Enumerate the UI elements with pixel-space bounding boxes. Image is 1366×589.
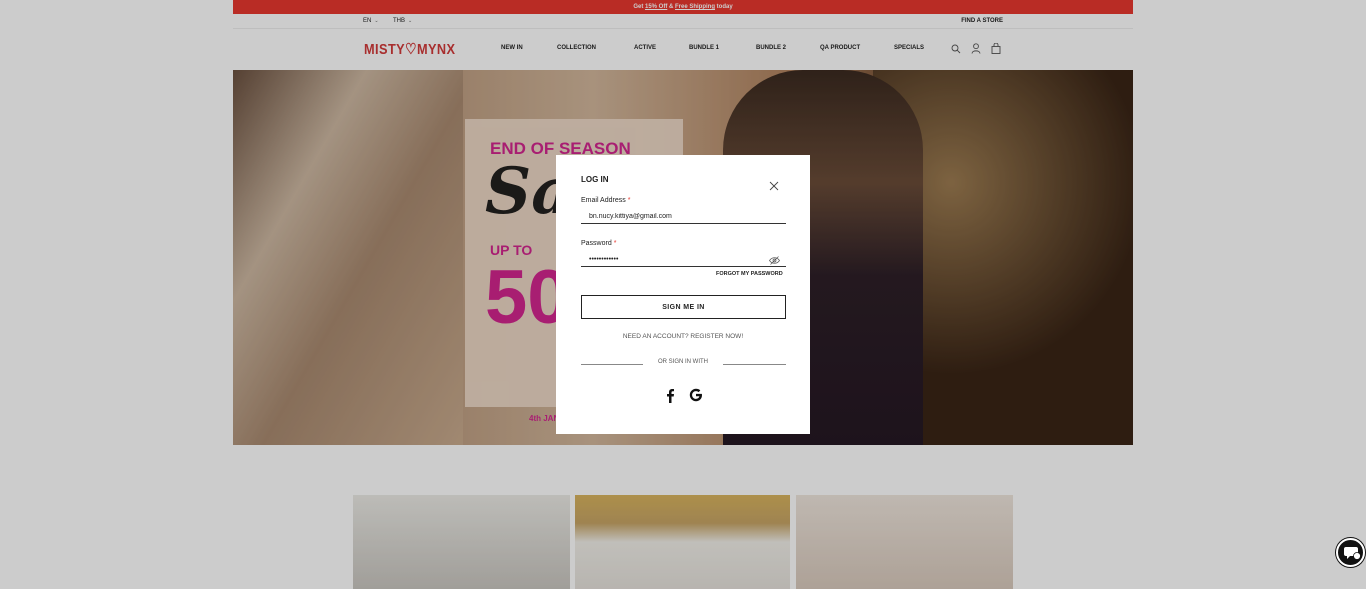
email-label: Email Address * xyxy=(581,197,630,204)
sign-in-button[interactable]: SIGN ME IN xyxy=(581,295,786,319)
login-title: LOG IN xyxy=(581,175,609,184)
password-field[interactable] xyxy=(581,253,786,267)
email-field[interactable] xyxy=(581,210,786,224)
close-icon[interactable] xyxy=(769,178,781,191)
password-label: Password * xyxy=(581,240,616,247)
google-icon[interactable] xyxy=(689,388,705,404)
chat-icon xyxy=(1344,547,1361,560)
email-label-text: Email Address xyxy=(581,197,626,204)
password-label-text: Password xyxy=(581,240,612,247)
required-mark: * xyxy=(613,240,617,247)
register-link[interactable]: NEED AN ACCOUNT? REGISTER NOW! xyxy=(556,333,810,340)
login-modal: LOG IN Email Address* Password* FORGOT M… xyxy=(556,155,810,434)
facebook-icon[interactable] xyxy=(665,388,679,404)
forgot-password-link[interactable]: FORGOT MY PASSWORD xyxy=(716,271,783,277)
required-mark: * xyxy=(627,197,631,204)
hide-password-icon[interactable] xyxy=(769,252,781,265)
chat-widget-button[interactable] xyxy=(1336,538,1365,567)
divider-right xyxy=(723,364,786,365)
